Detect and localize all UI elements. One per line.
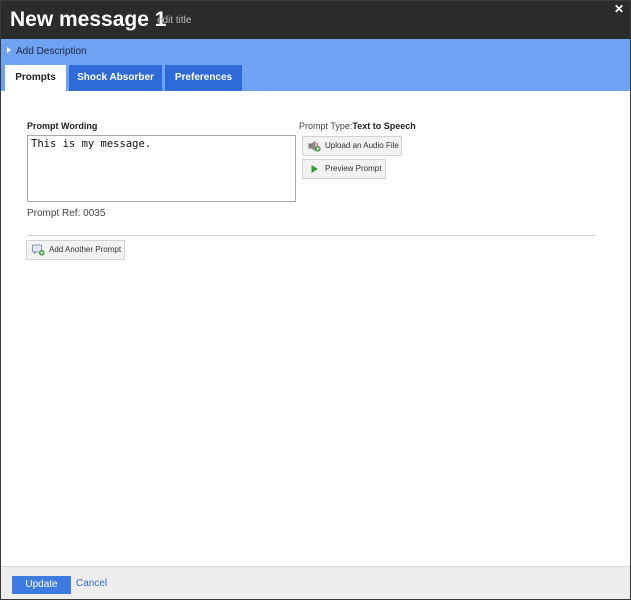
section-divider xyxy=(27,235,595,236)
close-icon[interactable]: ✕ xyxy=(612,2,626,16)
page-title: New message 1 xyxy=(10,8,167,31)
edit-title-link[interactable]: edit title xyxy=(157,15,191,26)
preview-prompt-button[interactable]: Preview Prompt xyxy=(302,159,386,179)
add-another-prompt-label: Add Another Prompt xyxy=(49,245,122,254)
expand-arrow-icon xyxy=(7,47,11,53)
title-bar: New message 1 edit title ✕ xyxy=(1,1,630,39)
dialog-footer: Update Cancel xyxy=(1,566,630,599)
preview-prompt-label: Preview Prompt xyxy=(325,164,382,173)
description-tab-band: Add Description Prompts Shock Absorber P… xyxy=(1,39,630,91)
speaker-upload-icon xyxy=(308,140,321,152)
prompt-type: Prompt Type:Text to Speech xyxy=(299,121,416,131)
tab-prompts[interactable]: Prompts xyxy=(5,65,66,91)
prompt-ref-text: Prompt Ref: 0035 xyxy=(27,208,106,219)
prompt-type-label: Prompt Type: xyxy=(299,121,353,131)
update-button[interactable]: Update xyxy=(12,576,71,594)
prompt-wording-label: Prompt Wording xyxy=(27,121,98,131)
cancel-link[interactable]: Cancel xyxy=(76,578,107,589)
play-icon xyxy=(311,165,318,173)
add-description-label: Add Description xyxy=(16,46,87,57)
prompt-type-value: Text to Speech xyxy=(352,121,416,131)
add-prompt-icon xyxy=(32,244,45,256)
message-dialog: New message 1 edit title ✕ Add Descripti… xyxy=(0,0,631,600)
upload-audio-label: Upload an Audio File xyxy=(325,141,399,150)
prompts-panel: Prompt Wording This is my message. Promp… xyxy=(1,91,630,566)
add-description-toggle[interactable]: Add Description xyxy=(7,46,87,57)
prompt-wording-input[interactable]: This is my message. xyxy=(27,135,296,202)
add-another-prompt-button[interactable]: Add Another Prompt xyxy=(26,240,125,260)
tab-shock-absorber[interactable]: Shock Absorber xyxy=(69,65,162,91)
tab-preferences[interactable]: Preferences xyxy=(165,65,242,91)
upload-audio-button[interactable]: Upload an Audio File xyxy=(302,136,402,156)
